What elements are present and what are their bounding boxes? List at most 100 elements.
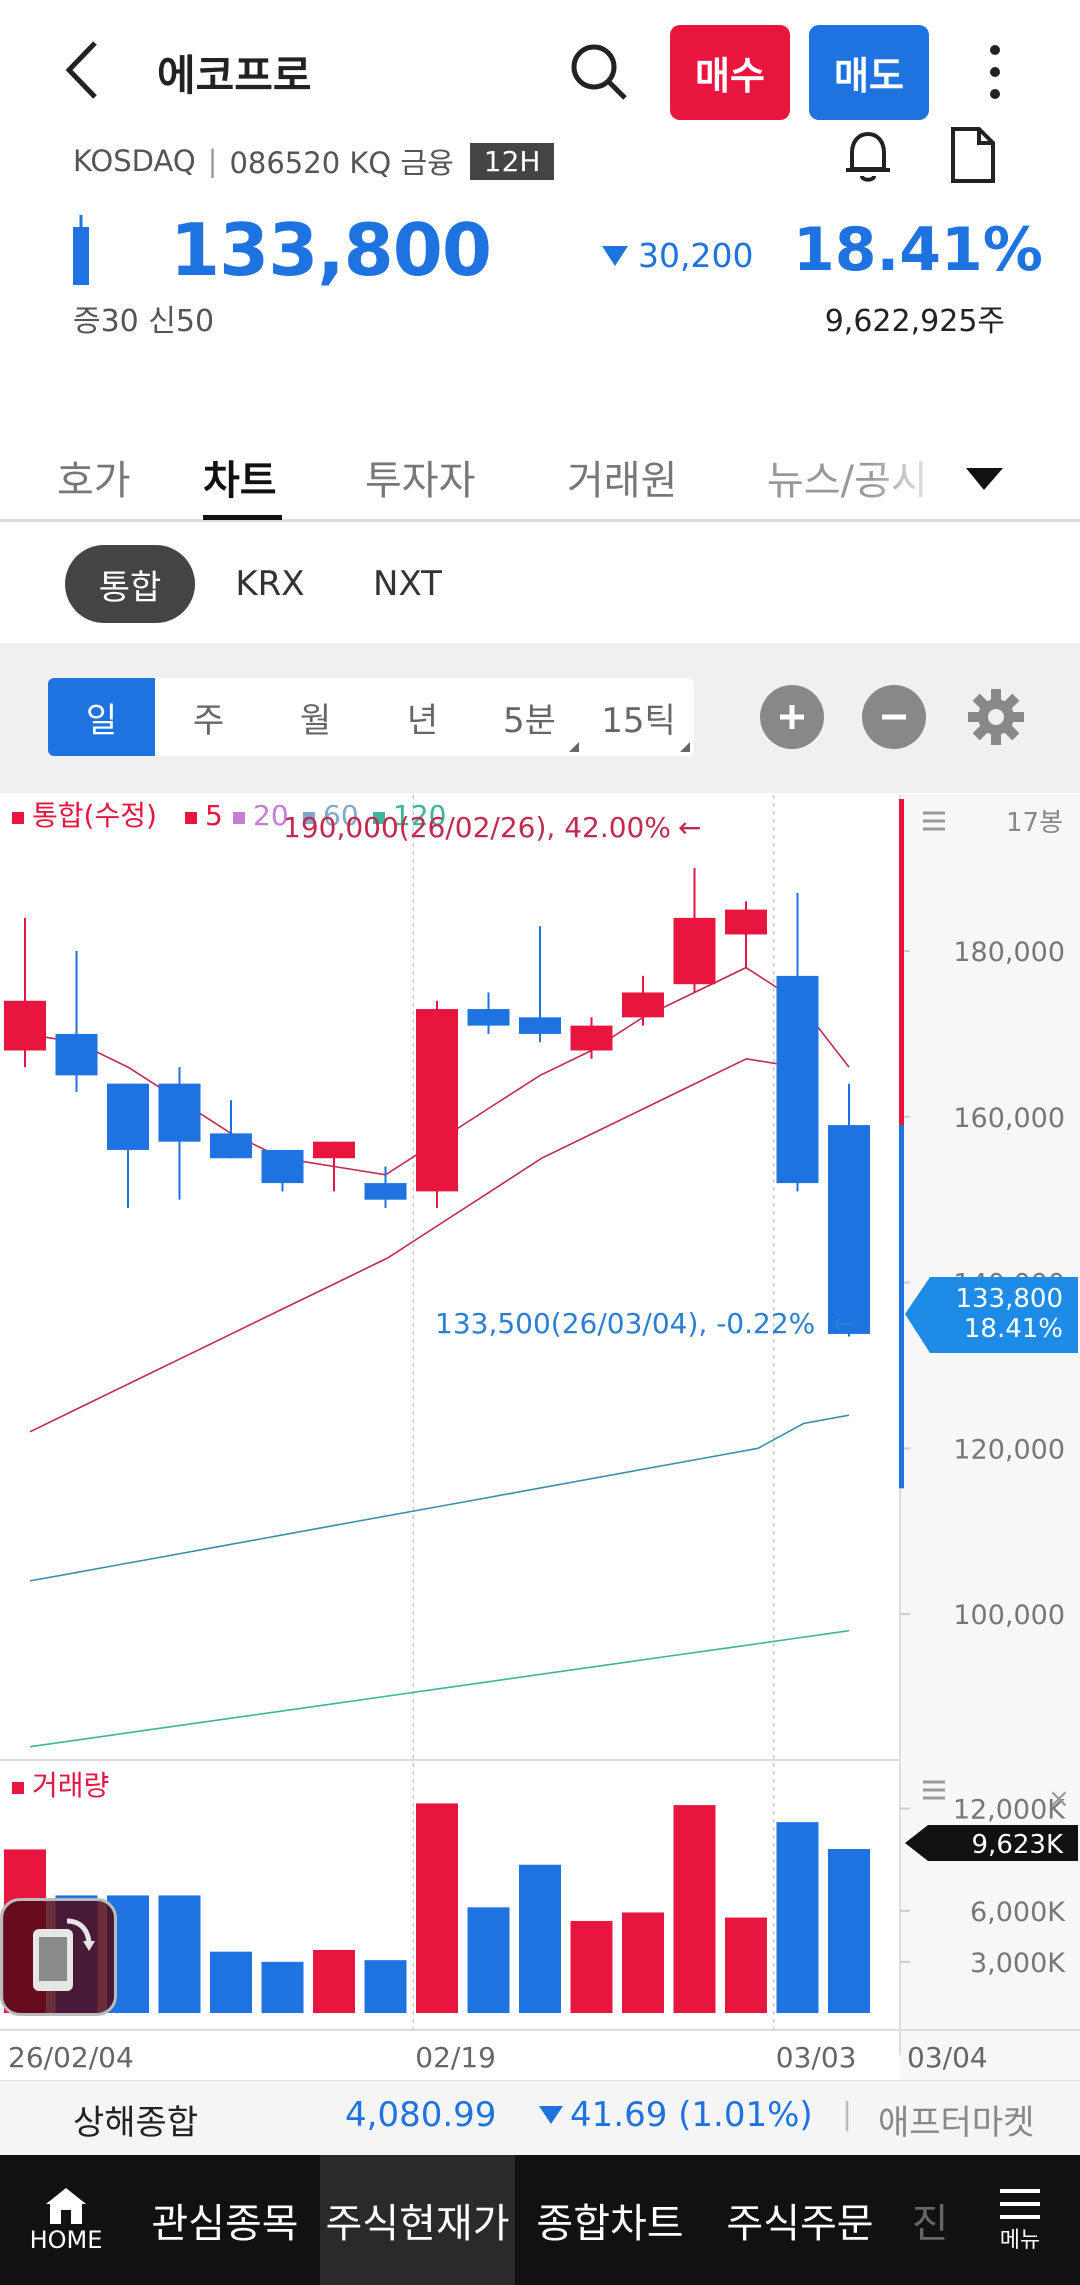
- period-day[interactable]: 일: [48, 678, 155, 756]
- current-pct-tag-value: 18.41%: [964, 1314, 1063, 1344]
- axis-range-up: [899, 799, 904, 1126]
- volume-bar: [416, 1803, 458, 2013]
- period-group: 일 주 월 년 5분 15틱: [48, 678, 694, 756]
- nav-current-price[interactable]: 주식현재가: [320, 2155, 515, 2285]
- period-toolbar: 일 주 월 년 5분 15틱: [0, 643, 1080, 793]
- stock-name: 에코프로: [157, 51, 312, 100]
- volume-bar: [364, 1960, 407, 2013]
- down-triangle-icon: [602, 245, 628, 266]
- volume-bar: [210, 1951, 252, 2013]
- candle-body: [467, 1009, 510, 1026]
- tab-investor[interactable]: 투자자: [365, 448, 475, 506]
- volume-bar: [725, 1917, 767, 2013]
- segment-nxt[interactable]: NXT: [355, 545, 460, 623]
- nav-menu[interactable]: 메뉴: [960, 2155, 1080, 2285]
- nav-home[interactable]: HOME: [0, 2155, 132, 2285]
- volume-current-tag: 9,623K: [905, 1825, 1078, 1861]
- market-segment: 통합 KRX NXT: [0, 525, 1080, 643]
- meta-separator: |: [207, 144, 218, 178]
- back-arrow-icon[interactable]: [55, 35, 115, 105]
- low-arrow-icon: ←: [832, 1307, 855, 1340]
- segment-krx[interactable]: KRX: [220, 545, 320, 623]
- volume-bar: [776, 1822, 819, 2013]
- change-percent: 18.41%: [793, 215, 1043, 285]
- margin-rates: 증30 신50: [73, 304, 215, 339]
- period-month[interactable]: 월: [262, 678, 369, 756]
- axis-range-down: [899, 1125, 904, 1489]
- period-5min[interactable]: 5분: [476, 678, 583, 756]
- hamburger-icon: [1000, 2189, 1040, 2219]
- candle-body: [261, 1149, 304, 1184]
- candle-body: [828, 1125, 870, 1334]
- buy-button[interactable]: 매수: [670, 25, 790, 120]
- nav-menu-label: 메뉴: [999, 2228, 1041, 2253]
- legend-main: 통합(수정): [32, 799, 157, 832]
- tabs-fade: [870, 430, 950, 518]
- index-ticker-bar[interactable]: 상해종합 4,080.99 41.69 (1.01%) | 애프터마켓: [0, 2080, 1080, 2155]
- volume-bar: [622, 1912, 664, 2013]
- stock-code: 086520 KQ 금융: [229, 146, 454, 180]
- index-separator: |: [842, 2097, 853, 2132]
- index-change-value: 41.69 (1.01%): [570, 2095, 813, 2135]
- current-price: 133,800: [170, 208, 492, 292]
- mini-candle-icon: [73, 215, 89, 285]
- after-market-link[interactable]: 애프터마켓: [878, 2095, 1034, 2144]
- x-tick-label: 02/19: [415, 2041, 496, 2074]
- candle-body: [416, 1009, 458, 1192]
- tab-broker[interactable]: 거래원: [567, 448, 677, 506]
- session-badge: 12H: [469, 142, 555, 180]
- more-vertical-icon[interactable]: [970, 40, 1020, 105]
- sell-button[interactable]: 매도: [809, 25, 929, 120]
- candle-body: [673, 917, 716, 985]
- candle-body: [622, 992, 664, 1018]
- volume-bar: [673, 1805, 716, 2013]
- nav-watchlist[interactable]: 관심종목: [140, 2155, 310, 2285]
- nav-home-label: HOME: [29, 2226, 103, 2254]
- stock-chart[interactable]: 26/02/0402/1903/0303/04180,000160,000140…: [0, 795, 1080, 2080]
- volume-close-icon[interactable]: ×: [1048, 1784, 1070, 1814]
- index-value: 4,080.99: [345, 2095, 497, 2135]
- price-change: 30,200: [600, 236, 753, 275]
- nav-order[interactable]: 주식주문: [715, 2155, 885, 2285]
- x-tick-label: 03/04: [907, 2041, 988, 2074]
- volume-current-value: 9,623K: [972, 1830, 1064, 1860]
- volume-bar: [570, 1920, 613, 2013]
- bottom-navigation: HOME 관심종목 주식현재가 종합차트 주식주문 진 메뉴: [0, 2155, 1080, 2285]
- tab-orderbook[interactable]: 호가: [57, 448, 131, 506]
- y-tick-label: 100,000: [953, 1600, 1065, 1631]
- rotate-screen-icon: [33, 1918, 95, 1991]
- volume-bar: [467, 1907, 510, 2013]
- nav-chart[interactable]: 종합차트: [525, 2155, 695, 2285]
- current-price-tag: 133,800 18.41%: [905, 1277, 1078, 1353]
- high-arrow-icon: ←: [678, 811, 701, 844]
- volume-tick-label: 3,000K: [970, 1948, 1066, 1979]
- period-year[interactable]: 년: [369, 678, 476, 756]
- candle-body: [570, 1025, 613, 1051]
- candle-body: [210, 1133, 252, 1159]
- volume-bar: [828, 1849, 870, 2013]
- rotate-screen-button[interactable]: [0, 1898, 117, 2016]
- period-week[interactable]: 주: [155, 678, 262, 756]
- candle-body: [4, 1000, 46, 1051]
- search-icon[interactable]: [565, 38, 635, 108]
- gear-icon[interactable]: [964, 685, 1028, 749]
- low-annotation: 133,500(26/03/04), -0.22%: [435, 1307, 815, 1340]
- bell-icon[interactable]: [838, 125, 898, 185]
- period-15tick[interactable]: 15틱: [583, 678, 694, 756]
- dropdown-corner-icon: [680, 742, 690, 752]
- document-icon[interactable]: [945, 125, 1000, 185]
- volume-bar: [519, 1864, 561, 2013]
- y-tick-label: 120,000: [953, 1434, 1065, 1465]
- zoom-in-icon[interactable]: [760, 685, 824, 749]
- tabs-dropdown-icon[interactable]: [962, 460, 1007, 495]
- candle-body: [107, 1083, 149, 1150]
- volume-tick-label: 6,000K: [970, 1897, 1066, 1928]
- bar-count: 17봉: [1006, 808, 1063, 838]
- segment-integrated[interactable]: 통합: [65, 545, 195, 623]
- zoom-out-icon[interactable]: [862, 685, 926, 749]
- legend-ma5: 5: [205, 799, 223, 832]
- tab-chart[interactable]: 차트: [203, 448, 277, 506]
- nav-more-partial[interactable]: 진: [905, 2155, 955, 2285]
- candle-body: [55, 1033, 98, 1076]
- volume-bar: [158, 1895, 201, 2013]
